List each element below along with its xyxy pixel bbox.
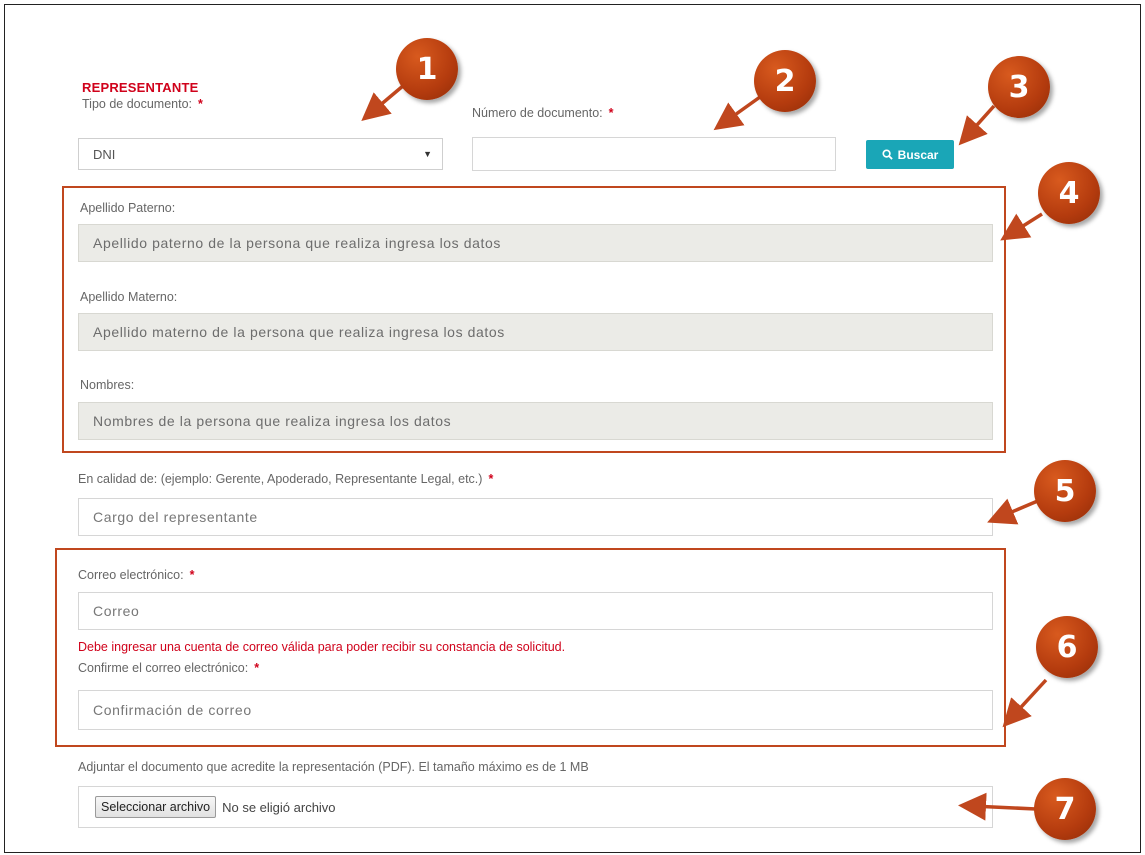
tipo-documento-select[interactable]: DNI ▼ xyxy=(78,138,443,170)
callout-badge-5: 5 xyxy=(1034,460,1096,522)
calidad-label-text: En calidad de: (ejemplo: Gerente, Apoder… xyxy=(78,472,483,486)
callout-badge-2: 2 xyxy=(754,50,816,112)
nombres-label: Nombres: xyxy=(80,378,135,392)
numero-documento-label: Número de documento: * xyxy=(472,106,614,120)
section-title: REPRESENTANTE xyxy=(82,80,199,95)
adjunto-label: Adjuntar el documento que acredite la re… xyxy=(78,760,589,774)
correo-label: Correo electrónico: * xyxy=(78,568,194,582)
tipo-documento-selected: DNI xyxy=(93,146,116,162)
confirmar-correo-label-text: Confirme el correo electrónico: xyxy=(78,661,249,675)
correo-label-text: Correo electrónico: xyxy=(78,568,184,582)
correo-warning: Debe ingresar una cuenta de correo válid… xyxy=(78,640,566,654)
calidad-label: En calidad de: (ejemplo: Gerente, Apoder… xyxy=(78,472,493,486)
required-mark: * xyxy=(189,568,195,582)
file-status: No se eligió archivo xyxy=(222,799,336,815)
numero-documento-label-text: Número de documento: xyxy=(472,106,603,120)
apellido-materno-label: Apellido Materno: xyxy=(80,290,178,304)
buscar-button-label: Buscar xyxy=(897,147,939,162)
cargo-input[interactable]: Cargo del representante xyxy=(78,498,993,536)
buscar-button[interactable]: Buscar xyxy=(866,140,954,169)
numero-documento-input[interactable] xyxy=(472,137,836,171)
nombres-field: Nombres de la persona que realiza ingres… xyxy=(78,402,993,440)
correo-input[interactable]: Correo xyxy=(78,592,993,630)
callout-badge-3: 3 xyxy=(988,56,1050,118)
tipo-documento-label-text: Tipo de documento: xyxy=(82,97,193,111)
apellido-paterno-field: Apellido paterno de la persona que reali… xyxy=(78,224,993,262)
required-mark: * xyxy=(608,106,614,120)
select-file-button[interactable]: Seleccionar archivo xyxy=(95,796,217,818)
file-upload-field: Seleccionar archivo No se eligió archivo xyxy=(78,786,993,828)
chevron-down-icon: ▼ xyxy=(423,149,432,159)
search-icon xyxy=(882,149,893,160)
apellido-paterno-label: Apellido Paterno: xyxy=(80,201,176,215)
callout-badge-1: 1 xyxy=(396,38,458,100)
confirmar-correo-label: Confirme el correo electrónico: * xyxy=(78,661,259,675)
required-mark: * xyxy=(488,472,494,486)
tipo-documento-label: Tipo de documento: * xyxy=(82,97,203,111)
required-mark: * xyxy=(254,661,260,675)
callout-badge-7: 7 xyxy=(1034,778,1096,840)
confirmar-correo-input[interactable]: Confirmación de correo xyxy=(78,690,993,730)
required-mark: * xyxy=(198,97,203,111)
callout-badge-4: 4 xyxy=(1038,162,1100,224)
callout-badge-6: 6 xyxy=(1036,616,1098,678)
apellido-materno-field: Apellido materno de la persona que reali… xyxy=(78,313,993,351)
